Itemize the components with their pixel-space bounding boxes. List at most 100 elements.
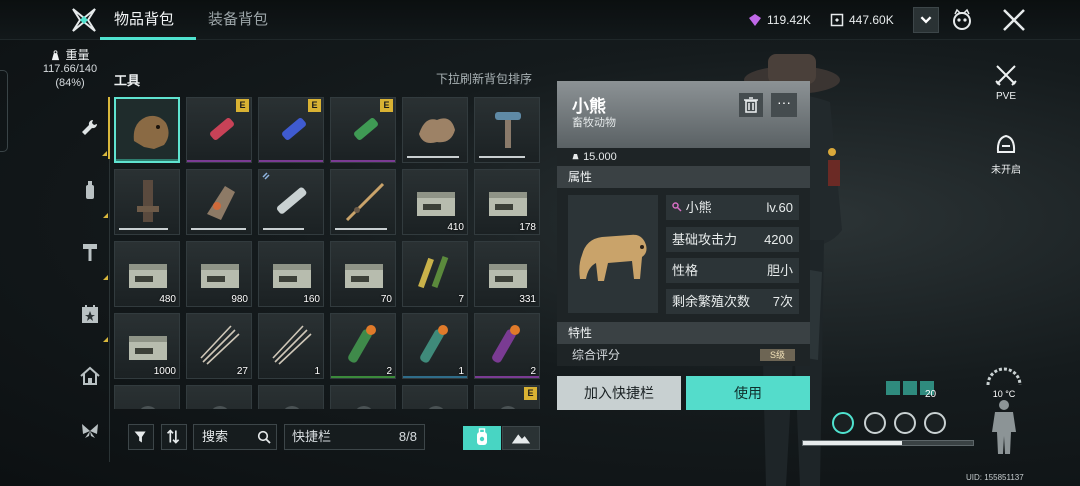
more-options-button[interactable]: ···: [771, 93, 797, 117]
mask-face-icon[interactable]: [950, 7, 974, 33]
shells-icon: [418, 255, 449, 289]
delete-button[interactable]: [739, 93, 763, 117]
calendar-star-icon: [81, 305, 98, 323]
inventory-slot[interactable]: 70: [330, 241, 396, 307]
inventory-slot[interactable]: [474, 97, 540, 163]
close-icon[interactable]: [1000, 6, 1028, 34]
weight-indicator: 重量 117.66/140 (84%): [30, 48, 110, 90]
bag-view-toggle[interactable]: [463, 426, 501, 450]
durability-bar: [263, 228, 304, 230]
inventory-slot[interactable]: [402, 97, 468, 163]
refresh-hint: 下拉刷新背包排序: [436, 72, 533, 86]
currency-premium: 119.42K: [748, 10, 811, 30]
inventory-slot[interactable]: 480: [114, 241, 180, 307]
tab-equipment-bag[interactable]: 装备背包: [208, 0, 268, 40]
durability-bar: [191, 228, 246, 230]
pve-label: PVE: [995, 91, 1016, 102]
rarity-stripe: [187, 160, 251, 162]
inventory-slot[interactable]: 1000: [114, 313, 180, 379]
item-count: 480: [159, 294, 176, 305]
filter-button[interactable]: [128, 424, 154, 450]
item-count: 980: [231, 294, 248, 305]
inventory-slot[interactable]: E: [330, 97, 396, 163]
key-icon: [672, 202, 682, 212]
thermometer-gauge-icon: [986, 367, 1022, 386]
search-icon: [257, 430, 271, 444]
attr-value: 4200: [764, 232, 793, 247]
equip-badge: E: [308, 99, 321, 112]
crossed-swords-icon: [995, 65, 1017, 86]
category-cosmetics[interactable]: [70, 400, 110, 462]
inventory-slot[interactable]: E: [186, 97, 252, 163]
storage-view-toggle[interactable]: [502, 426, 540, 450]
detail-header: 小熊 畜牧动物 ···: [557, 81, 810, 148]
currency-dropdown-button[interactable]: [913, 7, 939, 33]
misc-icon: [284, 406, 300, 409]
bear-image: [568, 195, 658, 313]
ammo-box-icon: [489, 264, 527, 288]
inventory-slot[interactable]: 1: [402, 313, 468, 379]
equip-badge: E: [524, 387, 537, 400]
inventory-slot[interactable]: [186, 169, 252, 235]
sort-button[interactable]: [161, 424, 187, 450]
add-to-quickbar-button[interactable]: 加入快捷栏: [557, 376, 681, 410]
currency-premium-value: 119.42K: [767, 13, 811, 27]
category-tools[interactable]: [70, 97, 110, 159]
ammo-box-icon: [273, 264, 311, 288]
attr-value: 胆小: [766, 263, 793, 278]
inventory-slot[interactable]: 410: [402, 169, 468, 235]
inventory-slot[interactable]: 980: [186, 241, 252, 307]
attr-value: 7次: [772, 294, 793, 309]
gauntlet-icon: [207, 186, 235, 220]
inventory-slot[interactable]: [402, 385, 468, 409]
buff-count: 20: [925, 389, 937, 400]
rarity-stripe: [259, 160, 323, 162]
category-events[interactable]: [70, 283, 110, 345]
use-button[interactable]: 使用: [686, 376, 810, 410]
ammo-box-icon: [129, 264, 167, 288]
inventory-slot[interactable]: [258, 169, 324, 235]
side-collapse-handle[interactable]: [0, 70, 8, 152]
inventory-slot[interactable]: 2: [330, 313, 396, 379]
inventory-slot[interactable]: 27: [186, 313, 252, 379]
inventory-grid: E E E 410 178 480 980 160 70 7 331 1000 27 1 2 1 2 E: [114, 97, 544, 409]
search-input[interactable]: 搜索: [193, 424, 277, 450]
stamina-fill: [803, 441, 902, 445]
inventory-slot[interactable]: 7: [402, 241, 468, 307]
rarity-stripe: [116, 159, 178, 161]
inventory-slot[interactable]: E: [474, 385, 540, 409]
game-logo-icon: [72, 8, 96, 32]
pvp-mode-button[interactable]: 未开启: [983, 130, 1029, 176]
stamina-bar: [802, 440, 974, 446]
pve-mode-button[interactable]: PVE: [985, 62, 1027, 102]
inventory-slot[interactable]: 178: [474, 169, 540, 235]
traits-header: 特性: [557, 322, 810, 344]
inventory-slot[interactable]: [114, 97, 180, 163]
weight-icon: [572, 154, 579, 160]
category-building[interactable]: [70, 221, 110, 283]
stomach-stat-icon: [832, 412, 854, 434]
arrows-icon: [272, 325, 312, 365]
inventory-slot[interactable]: [114, 169, 180, 235]
category-housing[interactable]: [70, 345, 110, 407]
inventory-slot[interactable]: 2: [474, 313, 540, 379]
bear-icon: [579, 234, 647, 281]
inventory-slot[interactable]: E: [258, 97, 324, 163]
inventory-slot[interactable]: 1: [258, 313, 324, 379]
quickbar-field[interactable]: 快捷栏 8/8: [284, 424, 425, 450]
tab-item-bag[interactable]: 物品背包: [114, 0, 174, 40]
bear-head-icon: [133, 115, 169, 149]
inventory-slot[interactable]: [330, 169, 396, 235]
attr-label: 小熊: [685, 200, 712, 215]
head-stat-icon: [864, 412, 886, 434]
inventory-slot[interactable]: 331: [474, 241, 540, 307]
trash-icon: [744, 97, 758, 113]
water-drop-icon: [894, 412, 916, 434]
sort-icon: [166, 429, 180, 444]
inventory-slot[interactable]: 160: [258, 241, 324, 307]
inventory-slot[interactable]: [114, 385, 180, 409]
category-consumables[interactable]: [70, 159, 110, 221]
inventory-slot[interactable]: [258, 385, 324, 409]
inventory-slot[interactable]: [186, 385, 252, 409]
inventory-slot[interactable]: [330, 385, 396, 409]
